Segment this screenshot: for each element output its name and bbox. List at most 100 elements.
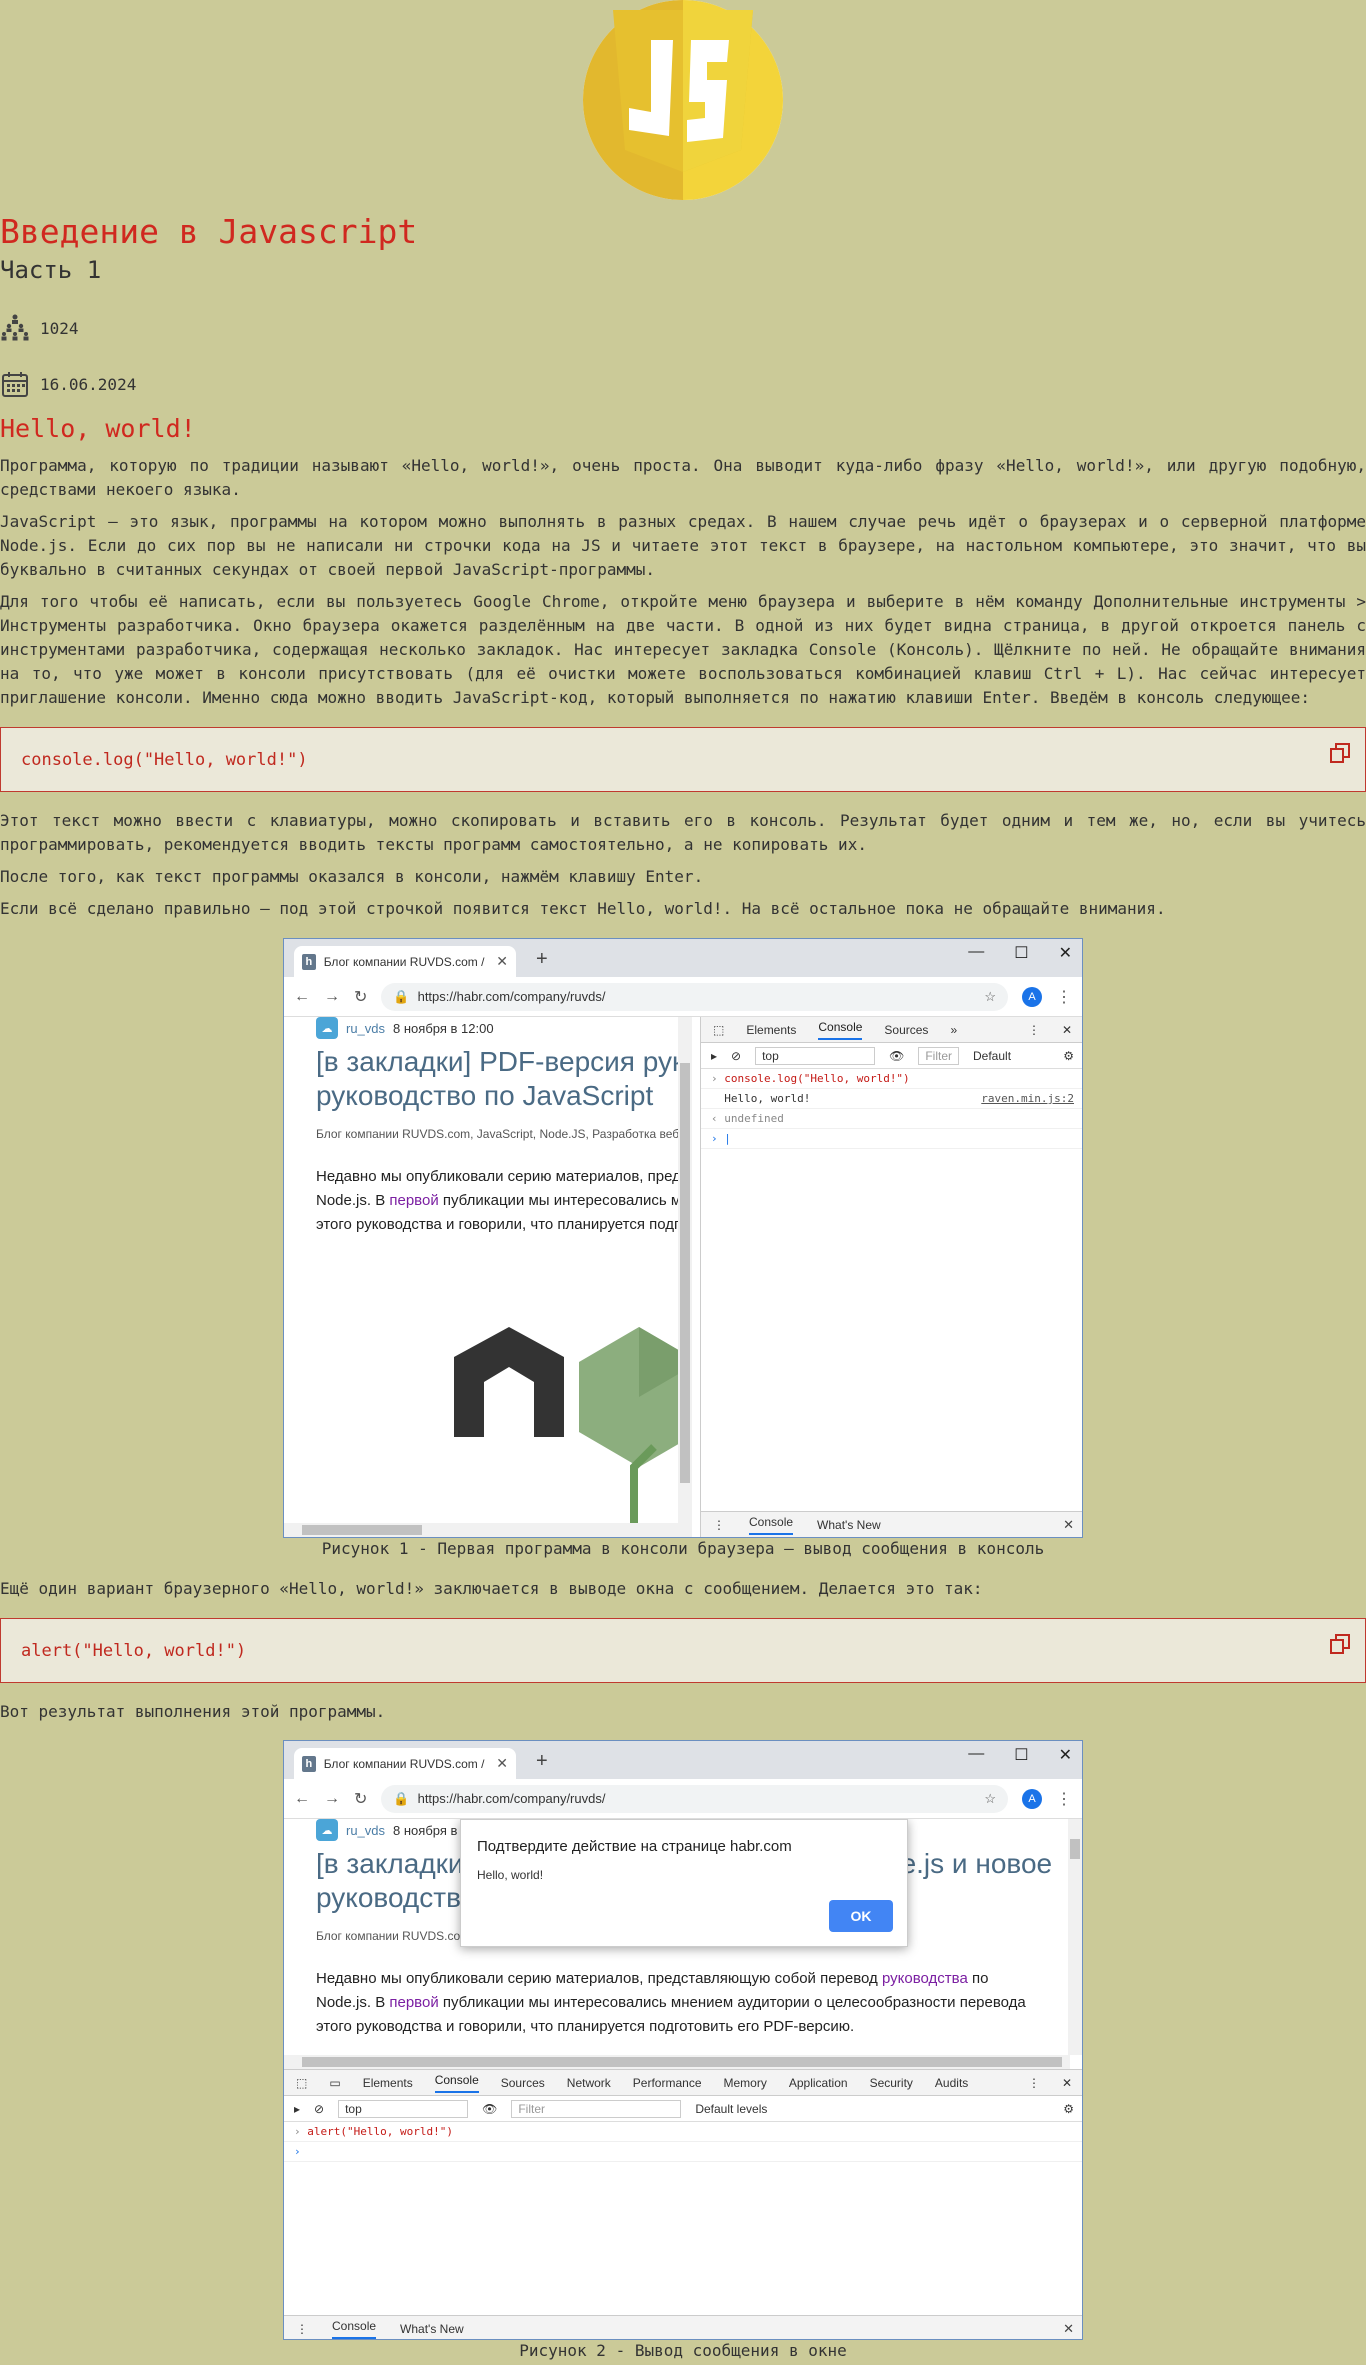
tab-performance[interactable]: Performance: [633, 2076, 702, 2090]
habr-favicon-icon: h: [302, 1755, 316, 1772]
menu-dots-icon[interactable]: ⋮: [1056, 987, 1072, 1007]
date-row: 16.06.2024: [0, 369, 136, 399]
drawer-tab-whats-new[interactable]: What's New: [817, 1518, 881, 1532]
new-tab-icon[interactable]: +: [536, 948, 548, 971]
alert-dialog: Подтвердите действие на странице habr.co…: [460, 1819, 908, 1947]
page-scrollbar-vertical[interactable]: [1068, 1819, 1082, 2055]
bookmark-star-icon[interactable]: ☆: [984, 989, 996, 1005]
tab-application[interactable]: Application: [789, 2076, 848, 2090]
forward-icon[interactable]: →: [324, 1790, 340, 1808]
tab-console[interactable]: Console: [818, 1020, 863, 1040]
eye-icon[interactable]: 👁: [889, 1049, 904, 1063]
console-source-link[interactable]: raven.min.js:2: [981, 1092, 1074, 1105]
close-window-icon[interactable]: ✕: [1059, 1745, 1072, 1765]
reload-icon[interactable]: ↻: [354, 1789, 367, 1809]
profile-avatar[interactable]: A: [1022, 1788, 1042, 1809]
browser-tab-strip: h Блог компании RUVDS.com / Хабр ✕ + — ☐…: [284, 1741, 1082, 1779]
address-bar[interactable]: 🔒 https://habr.com/company/ruvds/ ☆: [381, 982, 1008, 1011]
minimize-icon[interactable]: —: [968, 943, 984, 963]
console-prompt[interactable]: › |: [701, 1129, 1082, 1149]
menu-dots-icon[interactable]: ⋮: [1056, 1789, 1072, 1809]
minimize-icon[interactable]: —: [968, 1745, 984, 1765]
tab-title: Блог компании RUVDS.com / Хабр: [323, 954, 489, 969]
drawer-close-icon[interactable]: ✕: [1063, 1517, 1074, 1533]
close-window-icon[interactable]: ✕: [1059, 943, 1072, 963]
tab-elements[interactable]: Elements: [363, 2076, 413, 2090]
page: Введение в Javascript Часть 1 1024 16.06…: [0, 0, 1366, 2365]
page-scrollbar-horizontal[interactable]: [284, 1523, 678, 1537]
levels-select[interactable]: Default levels: [695, 2102, 767, 2116]
devtools-menu-icon[interactable]: ⋮: [1028, 2076, 1040, 2090]
drawer-tab-whats-new[interactable]: What's New: [400, 2322, 464, 2336]
settings-gear-icon[interactable]: ⚙: [1063, 1049, 1074, 1063]
inspect-icon[interactable]: ⬚: [713, 1023, 724, 1037]
address-bar[interactable]: 🔒 https://habr.com/company/ruvds/ ☆: [381, 1784, 1008, 1813]
page-scrollbar-horizontal[interactable]: [284, 2055, 1070, 2069]
maximize-icon[interactable]: ☐: [1014, 943, 1028, 963]
tab-elements[interactable]: Elements: [746, 1023, 796, 1037]
drawer-tab-console[interactable]: Console: [332, 2319, 377, 2339]
article-author[interactable]: ru_vds: [346, 1823, 385, 1838]
back-icon[interactable]: ←: [294, 1790, 310, 1808]
paragraph-6: Если всё сделано правильно — под этой ст…: [0, 899, 1166, 918]
console-output: Hello, world! raven.min.js:2: [701, 1089, 1082, 1109]
inspect-icon[interactable]: ⬚: [296, 2076, 307, 2090]
devtools-panel: ⬚ ▭ Elements Console Sources Network Per…: [284, 2069, 1082, 2339]
article-text-line-1: Недавно мы опубликовали серию материалов…: [316, 1168, 692, 1185]
bookmark-star-icon[interactable]: ☆: [984, 1791, 996, 1807]
article-title-line-1[interactable]: [в закладки] PDF-версия руководства по N…: [316, 1045, 692, 1079]
tab-memory[interactable]: Memory: [724, 2076, 767, 2090]
tab-close-icon[interactable]: ✕: [496, 1755, 508, 1772]
copy-icon[interactable]: [1329, 742, 1351, 764]
page-title: Введение в Javascript: [0, 212, 418, 251]
devtools-menu-icon[interactable]: ⋮: [1028, 1023, 1040, 1037]
tab-audits[interactable]: Audits: [935, 2076, 968, 2090]
settings-gear-icon[interactable]: ⚙: [1063, 2102, 1074, 2116]
tab-network[interactable]: Network: [567, 2076, 611, 2090]
copy-icon[interactable]: [1329, 1633, 1351, 1655]
new-tab-icon[interactable]: +: [536, 1750, 548, 1773]
clear-console-icon[interactable]: ⊘: [731, 1049, 741, 1063]
devtools-close-icon[interactable]: ✕: [1062, 1023, 1072, 1037]
section-heading: Hello, world!: [0, 414, 196, 443]
console-filter-input[interactable]: Filter: [918, 1046, 959, 1065]
levels-select[interactable]: Default: [973, 1049, 1011, 1063]
article-text-line-1: Недавно мы опубликовали серию материалов…: [316, 1970, 989, 1987]
context-select[interactable]: top: [338, 2099, 469, 2118]
sidebar-toggle-icon[interactable]: ▸: [711, 1049, 717, 1063]
devtools-close-icon[interactable]: ✕: [1062, 2076, 1072, 2090]
cloud-icon: ☁: [316, 1819, 338, 1841]
reload-icon[interactable]: ↻: [354, 987, 367, 1007]
tab-sources[interactable]: Sources: [884, 1023, 928, 1037]
context-select[interactable]: top: [755, 1046, 876, 1065]
eye-icon[interactable]: 👁: [482, 2102, 497, 2116]
devtools-tabs: ⬚ ▭ Elements Console Sources Network Per…: [284, 2070, 1082, 2096]
profile-avatar[interactable]: A: [1022, 986, 1042, 1007]
article-title-line-2[interactable]: руководство по JavaScript: [316, 1079, 653, 1113]
browser-tab[interactable]: h Блог компании RUVDS.com / Хабр ✕: [294, 1748, 516, 1779]
forward-icon[interactable]: →: [324, 988, 340, 1006]
page-scrollbar-vertical[interactable]: [678, 1017, 692, 1537]
drawer-menu-icon[interactable]: ⋮: [296, 2322, 308, 2336]
back-icon[interactable]: ←: [294, 988, 310, 1006]
drawer-tab-console[interactable]: Console: [749, 1515, 794, 1535]
js-logo: [583, 0, 783, 200]
tab-close-icon[interactable]: ✕: [496, 953, 508, 970]
article-text-line-3: этого руководства и говорили, что планир…: [316, 2018, 855, 2035]
alert-ok-button[interactable]: OK: [829, 1900, 893, 1932]
drawer-menu-icon[interactable]: ⋮: [713, 1518, 725, 1532]
drawer-close-icon[interactable]: ✕: [1063, 2321, 1074, 2337]
more-tabs-icon[interactable]: »: [950, 1023, 957, 1037]
console-filter-input[interactable]: Filter: [511, 2099, 682, 2118]
sidebar-toggle-icon[interactable]: ▸: [294, 2102, 300, 2116]
console-prompt[interactable]: ›: [284, 2142, 1082, 2162]
clear-console-icon[interactable]: ⊘: [314, 2102, 324, 2116]
article-tags: Блог компании RUVDS.com, JavaScript, Nod…: [316, 1127, 692, 1141]
article-text-line-3: этого руководства и говорили, что планир…: [316, 1216, 692, 1233]
tab-sources[interactable]: Sources: [501, 2076, 545, 2090]
tab-console[interactable]: Console: [434, 2073, 479, 2093]
browser-tab[interactable]: h Блог компании RUVDS.com / Хабр ✕: [294, 946, 516, 977]
tab-security[interactable]: Security: [870, 2076, 913, 2090]
device-toggle-icon[interactable]: ▭: [329, 2076, 340, 2090]
maximize-icon[interactable]: ☐: [1014, 1745, 1028, 1765]
